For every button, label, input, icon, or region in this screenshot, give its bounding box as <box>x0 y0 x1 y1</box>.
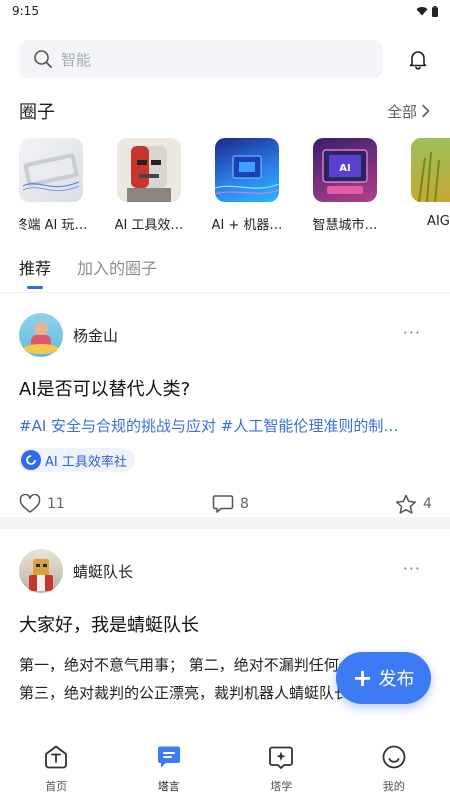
circle-item[interactable]: AIGC <box>411 138 450 238</box>
bell-icon <box>409 51 427 70</box>
like-button[interactable]: 11 <box>19 494 65 514</box>
favorite-button[interactable]: 4 <box>395 494 432 515</box>
nav-profile[interactable]: 我的 <box>338 734 450 800</box>
publish-label: 发布 <box>378 669 415 690</box>
status-time: 9:15 <box>12 4 39 18</box>
author-name[interactable]: 杨金山 <box>73 325 118 346</box>
circles-header: 圈子 全部 <box>19 98 431 124</box>
comment-button[interactable]: 8 <box>212 494 249 514</box>
circle-item[interactable]: AI + 机器… <box>212 138 282 238</box>
plus-icon: + <box>352 664 373 692</box>
post-separator <box>0 517 450 529</box>
post-title[interactable]: 大家好，我是蜻蜓队长 <box>19 611 431 637</box>
circle-label: AI + 机器… <box>211 218 283 233</box>
see-all-link[interactable]: 全部 <box>387 101 431 122</box>
home-icon <box>45 745 68 769</box>
feed-tabs: 推荐 加入的圈子 <box>19 255 157 289</box>
circle-thumbnail: AI <box>313 138 377 202</box>
circle-thumbnail <box>19 138 83 202</box>
post-actions: 11 8 4 <box>19 490 432 518</box>
star-icon <box>395 494 417 514</box>
circle-item[interactable]: AI 工具效… <box>115 138 183 238</box>
post-header: 杨金山 ··· <box>19 313 431 357</box>
avatar[interactable] <box>19 313 63 357</box>
avatar[interactable] <box>19 549 63 593</box>
nav-taxue-label: 塔学 <box>270 780 293 793</box>
status-icons <box>416 5 438 17</box>
circles-title: 圈子 <box>19 102 55 123</box>
circle-thumbnail <box>411 138 450 202</box>
wifi-icon <box>416 7 428 16</box>
search-icon <box>34 50 52 68</box>
circle-item[interactable]: AI 智慧城市… <box>312 138 378 238</box>
see-all-label: 全部 <box>386 102 417 121</box>
heart-icon <box>19 494 41 513</box>
circle-label: 智慧城市… <box>312 218 378 233</box>
chevron-right-icon <box>422 104 430 118</box>
comment-icon <box>212 495 234 513</box>
favorite-count: 4 <box>423 496 432 512</box>
tab-recommended[interactable]: 推荐 <box>19 255 51 289</box>
tab-joined-circles[interactable]: 加入的圈子 <box>77 255 157 285</box>
post-header: 蜻蜓队长 ··· <box>19 549 431 593</box>
nav-taxue[interactable]: 塔学 <box>225 734 338 800</box>
search-input[interactable]: 智能 <box>19 40 383 78</box>
circle-item[interactable]: 终端 AI 玩… <box>19 138 88 238</box>
circle-chip[interactable]: AI 工具效率社 <box>19 448 135 472</box>
svg-text:AI: AI <box>339 163 350 174</box>
circle-label: 终端 AI 玩… <box>19 218 88 233</box>
nav-tayan-label: 塔言 <box>157 780 180 793</box>
publish-button[interactable]: + 发布 <box>336 652 431 704</box>
circle-chip-label: AI 工具效率社 <box>45 454 127 470</box>
circle-chip-icon <box>21 450 41 470</box>
circles-carousel[interactable]: 终端 AI 玩… AI 工具效… AI + 机器… AI 智慧城市… AIG <box>19 138 450 238</box>
circle-thumbnail <box>117 138 181 202</box>
more-options-icon[interactable]: ··· <box>403 323 421 342</box>
circle-thumbnail <box>215 138 279 202</box>
post-hashtags[interactable]: #AI 安全与合规的挑战与应对 #人工智能伦理准则的制… <box>19 415 431 436</box>
search-row: 智能 <box>19 40 431 78</box>
circle-label: AIGC <box>427 214 450 229</box>
notification-button[interactable] <box>405 46 431 72</box>
status-bar: 9:15 <box>0 0 450 22</box>
comment-count: 8 <box>240 496 249 512</box>
learn-icon <box>269 746 294 769</box>
nav-home[interactable]: 首页 <box>0 734 113 800</box>
nav-home-label: 首页 <box>45 780 68 793</box>
like-count: 11 <box>47 496 65 512</box>
search-placeholder: 智能 <box>61 50 92 69</box>
battery-icon <box>432 5 438 17</box>
bottom-nav: 首页 塔言 塔学 我的 <box>0 734 450 800</box>
nav-tayan[interactable]: 塔言 <box>113 734 226 800</box>
more-options-icon[interactable]: ··· <box>403 559 421 578</box>
tabs-divider <box>0 292 450 293</box>
author-name[interactable]: 蜻蜓队长 <box>73 561 133 582</box>
circle-label: AI 工具效… <box>114 218 184 233</box>
profile-icon <box>382 745 406 769</box>
post-title[interactable]: AI是否可以替代人类? <box>19 375 431 401</box>
chat-icon <box>157 746 180 768</box>
nav-profile-label: 我的 <box>382 780 405 793</box>
post-card[interactable]: 杨金山 ··· AI是否可以替代人类? #AI 安全与合规的挑战与应对 #人工智… <box>19 313 432 518</box>
